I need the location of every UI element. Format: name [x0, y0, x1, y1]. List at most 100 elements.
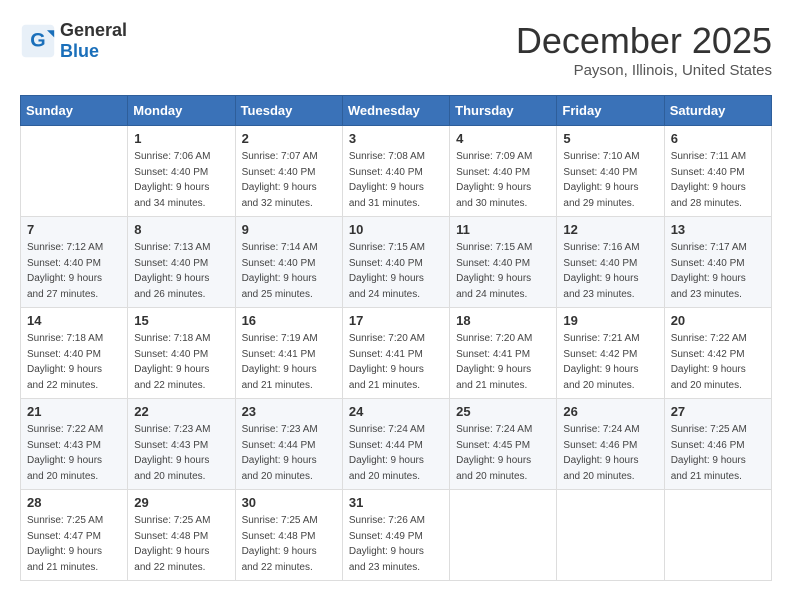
- day-number: 1: [134, 131, 228, 146]
- calendar-cell: [21, 126, 128, 217]
- day-info: Sunrise: 7:11 AM Sunset: 4:40 PM Dayligh…: [671, 149, 765, 211]
- day-info: Sunrise: 7:15 AM Sunset: 4:40 PM Dayligh…: [349, 240, 443, 302]
- calendar-cell: 10 Sunrise: 7:15 AM Sunset: 4:40 PM Dayli…: [342, 217, 449, 308]
- day-info: Sunrise: 7:25 AM Sunset: 4:47 PM Dayligh…: [27, 513, 121, 575]
- day-info: Sunrise: 7:16 AM Sunset: 4:40 PM Dayligh…: [563, 240, 657, 302]
- calendar-week-row: 28 Sunrise: 7:25 AM Sunset: 4:47 PM Dayli…: [21, 490, 772, 581]
- day-info: Sunrise: 7:20 AM Sunset: 4:41 PM Dayligh…: [349, 331, 443, 393]
- logo-text-blue: Blue: [60, 41, 99, 61]
- logo-icon: G: [20, 23, 56, 59]
- calendar-cell: 2 Sunrise: 7:07 AM Sunset: 4:40 PM Daylig…: [235, 126, 342, 217]
- logo: G General Blue: [20, 20, 127, 62]
- day-number: 16: [242, 313, 336, 328]
- day-number: 19: [563, 313, 657, 328]
- day-info: Sunrise: 7:18 AM Sunset: 4:40 PM Dayligh…: [27, 331, 121, 393]
- calendar-cell: 25 Sunrise: 7:24 AM Sunset: 4:45 PM Dayli…: [450, 399, 557, 490]
- day-info: Sunrise: 7:14 AM Sunset: 4:40 PM Dayligh…: [242, 240, 336, 302]
- day-number: 9: [242, 222, 336, 237]
- calendar-cell: 26Sunrise: 7:24 AM Sunset: 4:46 PM Dayli…: [557, 399, 664, 490]
- calendar-cell: 29 Sunrise: 7:25 AM Sunset: 4:48 PM Dayli…: [128, 490, 235, 581]
- day-number: 23: [242, 404, 336, 419]
- day-number: 5: [563, 131, 657, 146]
- page-header: G General Blue December 2025 Payson, Ill…: [20, 20, 772, 79]
- calendar-cell: 24 Sunrise: 7:24 AM Sunset: 4:44 PM Dayli…: [342, 399, 449, 490]
- day-info: Sunrise: 7:26 AM Sunset: 4:49 PM Dayligh…: [349, 513, 443, 575]
- day-info: Sunrise: 7:06 AM Sunset: 4:40 PM Dayligh…: [134, 149, 228, 211]
- day-info: Sunrise: 7:07 AM Sunset: 4:40 PM Dayligh…: [242, 149, 336, 211]
- title-block: December 2025 Payson, Illinois, United S…: [516, 20, 772, 79]
- day-info: Sunrise: 7:24 AM Sunset: 4:44 PM Dayligh…: [349, 422, 443, 484]
- calendar-cell: 17Sunrise: 7:20 AM Sunset: 4:41 PM Dayli…: [342, 308, 449, 399]
- day-number: 28: [27, 495, 121, 510]
- day-number: 12: [563, 222, 657, 237]
- day-info: Sunrise: 7:21 AM Sunset: 4:42 PM Dayligh…: [563, 331, 657, 393]
- day-number: 6: [671, 131, 765, 146]
- weekday-header: Sunday: [21, 96, 128, 126]
- day-number: 21: [27, 404, 121, 419]
- calendar-cell: 12 Sunrise: 7:16 AM Sunset: 4:40 PM Dayli…: [557, 217, 664, 308]
- day-info: Sunrise: 7:15 AM Sunset: 4:40 PM Dayligh…: [456, 240, 550, 302]
- calendar-week-row: 1 Sunrise: 7:06 AM Sunset: 4:40 PM Daylig…: [21, 126, 772, 217]
- calendar-cell: 15 Sunrise: 7:18 AM Sunset: 4:40 PM Dayli…: [128, 308, 235, 399]
- calendar-cell: 28 Sunrise: 7:25 AM Sunset: 4:47 PM Dayli…: [21, 490, 128, 581]
- calendar-cell: 31Sunrise: 7:26 AM Sunset: 4:49 PM Dayli…: [342, 490, 449, 581]
- day-info: Sunrise: 7:17 AM Sunset: 4:40 PM Dayligh…: [671, 240, 765, 302]
- calendar-cell: 4 Sunrise: 7:09 AM Sunset: 4:40 PM Daylig…: [450, 126, 557, 217]
- calendar-cell: 30 Sunrise: 7:25 AM Sunset: 4:48 PM Dayli…: [235, 490, 342, 581]
- day-info: Sunrise: 7:09 AM Sunset: 4:40 PM Dayligh…: [456, 149, 550, 211]
- calendar-cell: [557, 490, 664, 581]
- day-number: 25: [456, 404, 550, 419]
- day-info: Sunrise: 7:12 AM Sunset: 4:40 PM Dayligh…: [27, 240, 121, 302]
- calendar-cell: [450, 490, 557, 581]
- day-info: Sunrise: 7:25 AM Sunset: 4:48 PM Dayligh…: [242, 513, 336, 575]
- weekday-header: Tuesday: [235, 96, 342, 126]
- calendar-cell: 19 Sunrise: 7:21 AM Sunset: 4:42 PM Dayli…: [557, 308, 664, 399]
- calendar-cell: 27 Sunrise: 7:25 AM Sunset: 4:46 PM Dayli…: [664, 399, 771, 490]
- calendar-week-row: 7 Sunrise: 7:12 AM Sunset: 4:40 PM Daylig…: [21, 217, 772, 308]
- calendar-cell: 6 Sunrise: 7:11 AM Sunset: 4:40 PM Daylig…: [664, 126, 771, 217]
- svg-text:G: G: [30, 29, 45, 51]
- location: Payson, Illinois, United States: [516, 62, 772, 79]
- day-info: Sunrise: 7:24 AM Sunset: 4:45 PM Dayligh…: [456, 422, 550, 484]
- day-number: 3: [349, 131, 443, 146]
- day-info: Sunrise: 7:22 AM Sunset: 4:43 PM Dayligh…: [27, 422, 121, 484]
- calendar-cell: 21 Sunrise: 7:22 AM Sunset: 4:43 PM Dayli…: [21, 399, 128, 490]
- day-number: 20: [671, 313, 765, 328]
- day-info: Sunrise: 7:25 AM Sunset: 4:46 PM Dayligh…: [671, 422, 765, 484]
- day-info: Sunrise: 7:20 AM Sunset: 4:41 PM Dayligh…: [456, 331, 550, 393]
- day-number: 30: [242, 495, 336, 510]
- day-number: 29: [134, 495, 228, 510]
- calendar-header-row: SundayMondayTuesdayWednesdayThursdayFrid…: [21, 96, 772, 126]
- day-info: Sunrise: 7:24 AM Sunset: 4:46 PM Dayligh…: [563, 422, 657, 484]
- calendar-cell: 20 Sunrise: 7:22 AM Sunset: 4:42 PM Dayli…: [664, 308, 771, 399]
- day-number: 11: [456, 222, 550, 237]
- calendar-cell: 5Sunrise: 7:10 AM Sunset: 4:40 PM Daylig…: [557, 126, 664, 217]
- month-title: December 2025: [516, 20, 772, 62]
- weekday-header: Monday: [128, 96, 235, 126]
- day-info: Sunrise: 7:08 AM Sunset: 4:40 PM Dayligh…: [349, 149, 443, 211]
- day-info: Sunrise: 7:23 AM Sunset: 4:43 PM Dayligh…: [134, 422, 228, 484]
- day-info: Sunrise: 7:25 AM Sunset: 4:48 PM Dayligh…: [134, 513, 228, 575]
- logo-text-general: General: [60, 20, 127, 40]
- day-info: Sunrise: 7:18 AM Sunset: 4:40 PM Dayligh…: [134, 331, 228, 393]
- day-number: 10: [349, 222, 443, 237]
- day-number: 15: [134, 313, 228, 328]
- day-number: 7: [27, 222, 121, 237]
- day-number: 24: [349, 404, 443, 419]
- weekday-header: Saturday: [664, 96, 771, 126]
- calendar-cell: [664, 490, 771, 581]
- calendar-cell: 11 Sunrise: 7:15 AM Sunset: 4:40 PM Dayli…: [450, 217, 557, 308]
- calendar-cell: 9 Sunrise: 7:14 AM Sunset: 4:40 PM Daylig…: [235, 217, 342, 308]
- day-number: 13: [671, 222, 765, 237]
- day-number: 4: [456, 131, 550, 146]
- calendar-cell: 23Sunrise: 7:23 AM Sunset: 4:44 PM Dayli…: [235, 399, 342, 490]
- day-number: 2: [242, 131, 336, 146]
- day-number: 8: [134, 222, 228, 237]
- day-info: Sunrise: 7:22 AM Sunset: 4:42 PM Dayligh…: [671, 331, 765, 393]
- calendar-cell: 3 Sunrise: 7:08 AM Sunset: 4:40 PM Daylig…: [342, 126, 449, 217]
- calendar-week-row: 14Sunrise: 7:18 AM Sunset: 4:40 PM Dayli…: [21, 308, 772, 399]
- calendar-table: SundayMondayTuesdayWednesdayThursdayFrid…: [20, 95, 772, 581]
- day-number: 27: [671, 404, 765, 419]
- calendar-cell: 13 Sunrise: 7:17 AM Sunset: 4:40 PM Dayli…: [664, 217, 771, 308]
- day-number: 18: [456, 313, 550, 328]
